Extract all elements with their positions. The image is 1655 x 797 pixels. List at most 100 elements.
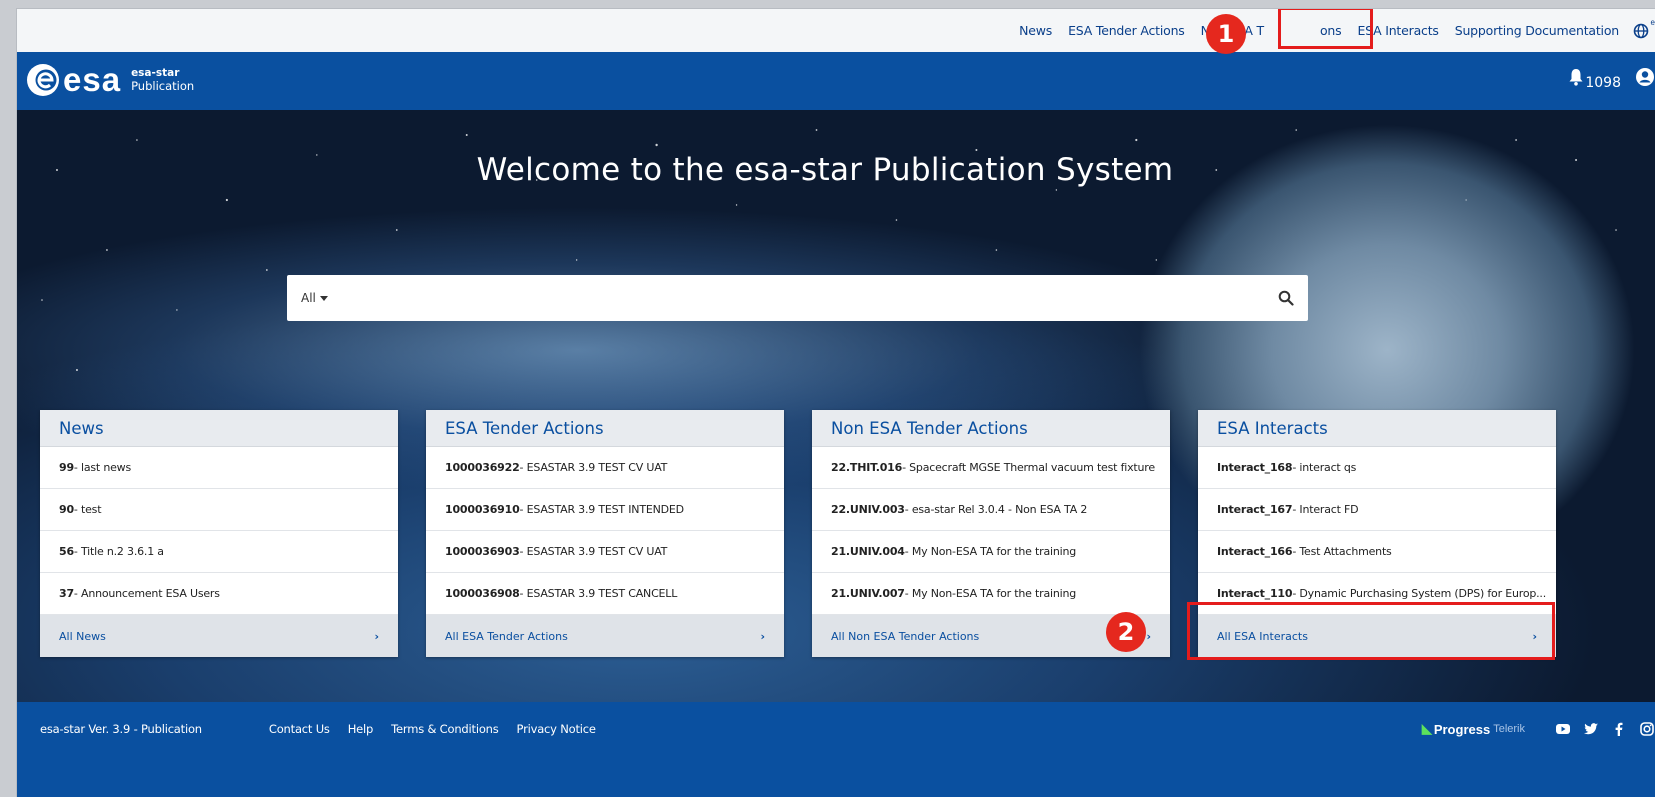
annotation-highlight-all-esa-interacts <box>1187 602 1555 660</box>
esa-tender-actions-card: ESA Tender Actions 1000036922 - ESASTAR … <box>426 410 784 657</box>
tender-action-id: 1000036922 <box>445 461 520 474</box>
non-esa-tender-action-id: 22.THIT.016 <box>831 461 903 474</box>
news-list-item[interactable]: 56 - Title n.2 3.6.1 a <box>40 531 398 573</box>
tender-action-list-item[interactable]: 1000036903 - ESASTAR 3.9 TEST CV UAT <box>426 531 784 573</box>
logo-subtitle: esa-star Publication <box>131 67 194 93</box>
hero-title: Welcome to the esa-star Publication Syst… <box>476 152 1174 188</box>
interact-text: - Test Attachments <box>1292 545 1392 558</box>
all-news-link[interactable]: All News › <box>40 615 398 657</box>
esa-wordmark: esa <box>63 61 122 98</box>
non-esa-tender-action-text: - My Non-ESA TA for the training <box>904 545 1077 558</box>
progress-telerik-logo[interactable]: ◣ Progress Telerik <box>1422 721 1525 737</box>
non-esa-tender-action-text: - Spacecraft MGSE Thermal vacuum test fi… <box>902 461 1155 474</box>
tender-action-text: - ESASTAR 3.9 TEST CV UAT <box>519 461 668 474</box>
all-news-label: All News <box>59 629 106 643</box>
non-esa-tender-actions-card-title: Non ESA Tender Actions <box>831 418 1028 438</box>
news-item-id: 90 <box>59 503 74 516</box>
interact-id: Interact_168 <box>1217 461 1293 474</box>
news-item-text: - test <box>73 503 102 516</box>
chevron-right-icon: › <box>760 629 765 643</box>
top-navigation: News ESA Tender Actions Non ESA Tons ESA… <box>17 9 1655 52</box>
interact-id: Interact_110 <box>1217 587 1293 600</box>
tender-action-text: - ESASTAR 3.9 TEST CANCELL <box>519 587 678 600</box>
tender-action-list-item[interactable]: 1000036908 - ESASTAR 3.9 TEST CANCELL <box>426 573 784 615</box>
chevron-right-icon: › <box>374 629 379 643</box>
topnav-esa-tender-actions-link[interactable]: ESA Tender Actions <box>1068 23 1185 38</box>
interact-id: Interact_166 <box>1217 545 1293 558</box>
non-esa-tender-action-list-item[interactable]: 22.UNIV.003 - esa-star Rel 3.0.4 - Non E… <box>812 489 1170 531</box>
non-esa-tender-action-list-item[interactable]: 21.UNIV.004 - My Non-ESA TA for the trai… <box>812 531 1170 573</box>
progress-word: Progress <box>1433 721 1491 737</box>
tender-action-text: - ESASTAR 3.9 TEST INTENDED <box>519 503 685 516</box>
interact-list-item[interactable]: Interact_168 - interact qs <box>1198 447 1556 489</box>
esa-tender-actions-card-header: ESA Tender Actions <box>426 410 784 447</box>
language-letter: e <box>1650 17 1655 27</box>
non-esa-tender-action-id: 21.UNIV.007 <box>831 587 905 600</box>
notification-count: 1098 <box>1585 75 1621 91</box>
bell-icon <box>1569 69 1583 86</box>
non-esa-tender-action-id: 21.UNIV.004 <box>831 545 905 558</box>
news-list-item[interactable]: 90 - test <box>40 489 398 531</box>
globe-icon[interactable]: e <box>1633 18 1655 39</box>
footer-privacy-link[interactable]: Privacy Notice <box>517 722 596 736</box>
notifications-button[interactable]: 1098 <box>1568 68 1621 91</box>
telerik-word: Telerik <box>1493 723 1525 735</box>
footer-contact-us-link[interactable]: Contact Us <box>269 722 330 736</box>
news-card: News 99 - last news 90 - test 56 - Title… <box>40 410 398 657</box>
logo-subtitle-line2: Publication <box>131 79 195 93</box>
browser-viewport: News ESA Tender Actions Non ESA Tons ESA… <box>16 8 1655 797</box>
site-header: esa esa-star Publication 1098 <box>17 52 1655 110</box>
annotation-badge-1: 1 <box>1206 14 1246 54</box>
non-esa-tender-action-id: 22.UNIV.003 <box>831 503 905 516</box>
footer-version: esa-star Ver. 3.9 - Publication <box>40 722 202 736</box>
non-esa-tender-actions-card-header: Non ESA Tender Actions <box>812 410 1170 447</box>
annotation-highlight-esa-interacts-nav <box>1278 9 1373 49</box>
interact-list-item[interactable]: Interact_167 - Interact FD <box>1198 489 1556 531</box>
news-item-text: - last news <box>73 461 131 474</box>
interact-id: Interact_167 <box>1217 503 1293 516</box>
news-item-id: 56 <box>59 545 74 558</box>
tender-action-id: 1000036908 <box>445 587 520 600</box>
search-scope-dropdown[interactable]: All <box>287 291 328 305</box>
twitter-icon[interactable] <box>1583 721 1599 737</box>
news-item-text: - Title n.2 3.6.1 a <box>73 545 164 558</box>
news-list-item[interactable]: 37 - Announcement ESA Users <box>40 573 398 615</box>
facebook-icon[interactable] <box>1611 721 1627 737</box>
annotation-badge-2: 2 <box>1106 612 1146 652</box>
all-esa-tender-actions-link[interactable]: All ESA Tender Actions › <box>426 615 784 657</box>
non-esa-tender-action-text: - My Non-ESA TA for the training <box>904 587 1077 600</box>
user-circle-icon[interactable] <box>1635 67 1655 87</box>
esa-interacts-card-header: ESA Interacts <box>1198 410 1556 447</box>
footer-help-link[interactable]: Help <box>348 722 374 736</box>
search-bar: All <box>287 275 1308 321</box>
search-icon[interactable] <box>1278 290 1294 306</box>
news-item-text: - Announcement ESA Users <box>73 587 220 600</box>
topnav-supporting-documentation-link[interactable]: Supporting Documentation <box>1455 23 1619 38</box>
interact-text: - Interact FD <box>1292 503 1359 516</box>
news-card-header: News <box>40 410 398 447</box>
youtube-icon[interactable] <box>1555 721 1571 737</box>
search-input[interactable] <box>335 275 1278 321</box>
site-footer: esa-star Ver. 3.9 - Publication Contact … <box>17 702 1655 797</box>
non-esa-tender-action-text: - esa-star Rel 3.0.4 - Non ESA TA 2 <box>904 503 1088 516</box>
news-item-id: 99 <box>59 461 74 474</box>
topnav-news-link[interactable]: News <box>1019 23 1052 38</box>
caret-down-icon <box>319 295 328 301</box>
esa-tender-actions-card-title: ESA Tender Actions <box>445 418 604 438</box>
tender-action-id: 1000036910 <box>445 503 520 516</box>
news-list-item[interactable]: 99 - last news <box>40 447 398 489</box>
non-esa-tender-action-list-item[interactable]: 21.UNIV.007 - My Non-ESA TA for the trai… <box>812 573 1170 615</box>
interact-list-item[interactable]: Interact_166 - Test Attachments <box>1198 531 1556 573</box>
non-esa-tender-action-list-item[interactable]: 22.THIT.016 - Spacecraft MGSE Thermal va… <box>812 447 1170 489</box>
tender-action-list-item[interactable]: 1000036922 - ESASTAR 3.9 TEST CV UAT <box>426 447 784 489</box>
header-actions: 1098 <box>1568 67 1655 91</box>
instagram-icon[interactable] <box>1639 721 1655 737</box>
all-non-esa-tender-actions-label: All Non ESA Tender Actions <box>831 629 980 643</box>
footer-terms-link[interactable]: Terms & Conditions <box>391 722 499 736</box>
footer-right: ◣ Progress Telerik <box>1422 721 1655 737</box>
interact-text: - interact qs <box>1292 461 1357 474</box>
esa-logo-icon <box>25 62 61 98</box>
interact-text: - Dynamic Purchasing System (DPS) for Eu… <box>1292 587 1547 600</box>
tender-action-list-item[interactable]: 1000036910 - ESASTAR 3.9 TEST INTENDED <box>426 489 784 531</box>
esa-logo[interactable]: esa esa-star Publication <box>25 62 194 98</box>
